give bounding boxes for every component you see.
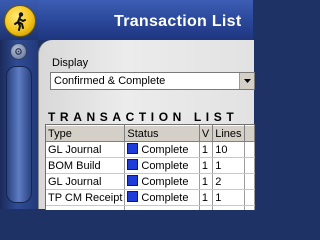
cell-extra xyxy=(244,141,255,158)
content-panel: Display Confirmed & Complete TRANSACTION… xyxy=(38,40,255,210)
column-header-v[interactable]: V xyxy=(199,125,214,142)
table-row[interactable]: GL Journal Complete 1 10 xyxy=(46,141,255,158)
cell-type: TP CM Receipt xyxy=(46,189,126,206)
status-swatch-icon xyxy=(127,191,139,202)
column-header-status[interactable]: Status xyxy=(124,125,200,142)
list-heading: TRANSACTION LIST xyxy=(48,110,239,124)
status-text: Complete xyxy=(141,144,189,156)
cell-extra xyxy=(244,205,255,210)
header-row: Type Status V Lines xyxy=(46,125,255,142)
table-row[interactable] xyxy=(46,205,255,210)
status-swatch-icon xyxy=(127,143,139,154)
status-swatch-icon xyxy=(127,175,139,186)
display-dropdown-value: Confirmed & Complete xyxy=(54,75,166,87)
cell-extra xyxy=(244,157,255,174)
cell-status: Complete xyxy=(124,189,200,206)
window-title: Transaction List xyxy=(114,13,242,30)
cell-lines: 2 xyxy=(212,173,245,190)
cell-extra xyxy=(244,173,255,190)
display-dropdown[interactable]: Confirmed & Complete xyxy=(50,72,255,90)
title-bar: Transaction List xyxy=(38,0,253,40)
status-text: Complete xyxy=(141,176,189,188)
cell-v xyxy=(199,205,214,210)
chevron-down-icon[interactable] xyxy=(239,73,254,89)
table-row[interactable]: TP CM Receipt Complete 1 1 xyxy=(46,189,255,206)
cell-status: Complete xyxy=(124,141,200,158)
display-label-text: Display xyxy=(52,57,89,69)
display-label: Display xyxy=(52,57,88,69)
cell-extra xyxy=(244,189,255,206)
cell-lines: 10 xyxy=(212,141,245,158)
column-header-type[interactable]: Type xyxy=(46,125,126,142)
cell-status: Complete xyxy=(124,173,200,190)
cell-v: 1 xyxy=(199,189,214,206)
cell-lines xyxy=(212,205,245,210)
cell-v: 1 xyxy=(199,157,214,174)
status-swatch-icon xyxy=(127,159,139,170)
cell-status xyxy=(124,205,200,210)
walking-figure-icon[interactable] xyxy=(4,5,36,37)
cell-lines: 1 xyxy=(212,189,245,206)
cell-lines: 1 xyxy=(212,157,245,174)
transaction-table: Type Status V Lines GL Journal Complete … xyxy=(46,125,255,210)
column-header-lines[interactable]: Lines xyxy=(212,125,245,142)
transaction-grid[interactable]: Type Status V Lines GL Journal Complete … xyxy=(45,124,255,210)
rail-grip xyxy=(6,66,32,203)
column-header-extra[interactable] xyxy=(244,125,255,142)
cell-type: BOM Build xyxy=(46,157,126,174)
cell-v: 1 xyxy=(199,141,214,158)
table-row[interactable]: BOM Build Complete 1 1 xyxy=(46,157,255,174)
table-row[interactable]: GL Journal Complete 1 2 xyxy=(46,173,255,190)
status-text: Complete xyxy=(141,160,189,172)
cell-type: GL Journal xyxy=(46,141,126,158)
gear-icon[interactable] xyxy=(10,43,27,60)
cell-type xyxy=(46,205,126,210)
cell-type: GL Journal xyxy=(46,173,126,190)
cell-v: 1 xyxy=(199,173,214,190)
cell-status: Complete xyxy=(124,157,200,174)
left-rail xyxy=(0,0,38,209)
status-text: Complete xyxy=(141,192,189,204)
